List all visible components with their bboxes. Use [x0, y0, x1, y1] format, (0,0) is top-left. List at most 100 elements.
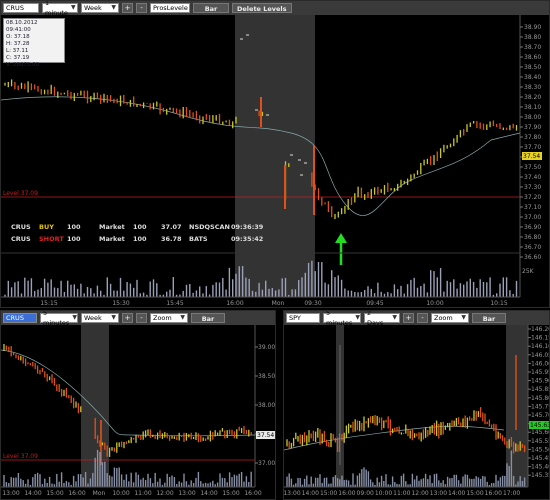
trade-price: 36.78: [161, 235, 182, 243]
zoom-select[interactable]: Zoom ▼: [150, 313, 188, 323]
x-tick-label: 15:30: [112, 300, 129, 307]
trade-side: SHORT: [39, 235, 64, 243]
range-value: Week: [84, 314, 102, 322]
left-chart-panel: CRUS 5 minutes ▼ Week ▼ + - Zoom ▼ Bar 39.0…: [0, 310, 276, 500]
chevron-down-icon: ▼: [180, 314, 185, 321]
y-tick-label: 38.70: [524, 44, 541, 51]
premarket-shade: [235, 15, 315, 297]
x-tick-label: Mon: [272, 300, 285, 307]
x-tick-label: 15:00: [222, 490, 239, 497]
info-open: O: 37.18: [6, 34, 30, 40]
trade-row[interactable]: CRUS BUY 100 Market 100 37.07 NSDQSCAN 0…: [11, 221, 271, 233]
trade-price: 37.07: [161, 223, 182, 231]
range-select[interactable]: Week ▼: [81, 313, 119, 323]
trade-row[interactable]: CRUS SHORT 100 Market 100 36.78 BATS 09:…: [11, 233, 271, 245]
x-tick-label: 15:00: [466, 490, 483, 497]
zoom-value: Zoom: [153, 314, 172, 322]
info-high: H: 37.28: [6, 41, 30, 47]
symbol-value: CRUS: [6, 4, 24, 12]
zoom-select[interactable]: Zoom ▼: [431, 313, 469, 323]
trade-time: 09:35:42: [231, 235, 264, 243]
trades-table: CRUS BUY 100 Market 100 37.07 NSDQSCAN 0…: [11, 221, 271, 245]
trade-symbol: CRUS: [11, 223, 31, 231]
symbol-input[interactable]: CRUS: [3, 3, 39, 13]
info-volume: V: 28075.00: [6, 62, 40, 68]
x-tick-label: 15:15: [40, 300, 57, 307]
x-tick-label: 13:00: [178, 490, 195, 497]
y-tick-label: 38.50: [524, 64, 541, 71]
y-tick-label: 37.00: [258, 460, 275, 467]
symbol-input[interactable]: SPY: [286, 313, 320, 323]
right-price-chart[interactable]: 146.20 146.15146.10 146.05146.00 145.95 145.…: [284, 325, 550, 500]
chevron-down-icon: ▼: [70, 4, 76, 11]
y-tick-label: 145.50: [531, 446, 550, 453]
x-tick-label: 15:45: [166, 300, 183, 307]
y-tick-label: 145.35: [531, 472, 550, 479]
plus-button[interactable]: +: [403, 313, 414, 323]
y-tick-label: 145.95: [531, 369, 550, 376]
trade-symbol: CRUS: [11, 235, 31, 243]
right-chart-panel: SPY 5 minutes ▼ 2 Days ▼ + - Zoom ▼ Bar 146…: [283, 310, 550, 500]
bar-type-button[interactable]: Bar: [193, 3, 229, 13]
y-tick-label: 38.60: [524, 54, 541, 61]
y-tick-label: 38.40: [524, 74, 541, 81]
x-tick-label: 12:00: [156, 490, 173, 497]
range-select[interactable]: 2 Days ▼: [364, 311, 400, 327]
x-tick-label: 13:00: [2, 490, 19, 497]
y-tick-label: 37.70: [524, 144, 541, 151]
symbol-value: CRUS: [6, 314, 24, 322]
x-tick-label: 13:00: [284, 490, 301, 497]
interval-select[interactable]: 1 minute ▼: [42, 1, 78, 17]
minus-button[interactable]: -: [136, 3, 147, 13]
trade-qty: 100: [67, 223, 81, 231]
interval-select[interactable]: 5 minutes ▼: [323, 311, 361, 327]
x-tick-label: Mon: [93, 490, 106, 497]
left-price-chart[interactable]: 39.0038.5038.0037.5037.00Level 37.0937.5…: [1, 325, 276, 500]
x-tick-label: 14:00: [302, 490, 319, 497]
x-tick-label: 11:00: [134, 490, 151, 497]
bar-type-button[interactable]: Bar: [472, 313, 506, 323]
current-price-label: 37.54: [257, 432, 274, 439]
y-tick-label: 37.90: [524, 124, 541, 131]
y-tick-label: 38.20: [524, 94, 541, 101]
right-toolbar: SPY 5 minutes ▼ 2 Days ▼ + - Zoom ▼ Bar: [284, 311, 549, 327]
y-tick-label: 146.20: [531, 326, 550, 333]
plus-button[interactable]: +: [122, 3, 133, 13]
y-tick-label: 145.75: [531, 403, 550, 410]
top-price-chart[interactable]: 38.90 38.80 38.70 38.60 38.50 38.40 38.30 38.20…: [1, 15, 550, 308]
y-tick-label: 38.30: [524, 84, 541, 91]
minus-button[interactable]: -: [417, 313, 428, 323]
y-tick-label: 37.20: [524, 194, 541, 201]
range-select[interactable]: Week ▼: [81, 3, 119, 13]
y-tick-label: 145.45: [531, 455, 550, 462]
chevron-down-icon: ▼: [392, 314, 397, 321]
y-tick-label: 37.80: [524, 134, 541, 141]
y-tick-label: 145.70: [531, 412, 550, 419]
plus-button[interactable]: +: [122, 313, 133, 323]
symbol-input[interactable]: CRUS: [3, 313, 37, 323]
style-select[interactable]: ProsLevele▼: [150, 3, 195, 13]
trade-type: Market: [99, 223, 125, 231]
x-tick-label: 10:15: [490, 300, 507, 307]
x-tick-label: 13:00: [430, 490, 447, 497]
bar-type-button[interactable]: Bar: [191, 313, 225, 323]
y-tick-label: 38.00: [258, 402, 275, 409]
x-tick-label: 15:00: [320, 490, 337, 497]
info-close: C: 37.19: [6, 55, 30, 61]
volume-tick-label: 25K: [522, 268, 535, 275]
y-tick-label: 145.40: [531, 464, 550, 471]
trade-venue: BATS: [189, 235, 208, 243]
delete-levels-button[interactable]: Delete Levels: [232, 3, 292, 13]
interval-select[interactable]: 5 minutes ▼: [40, 311, 78, 327]
y-tick-label: 36.60: [524, 254, 541, 261]
chevron-down-icon: ▼: [72, 314, 77, 321]
x-tick-label: 16:00: [485, 490, 502, 497]
minus-button[interactable]: -: [136, 313, 147, 323]
trade-filled: 100: [133, 235, 147, 243]
y-tick-label: 38.10: [524, 104, 541, 111]
x-tick-label: 10:00: [375, 490, 392, 497]
x-tick-label: 10:00: [112, 490, 129, 497]
ohlc-info-box: 08.10.2012 09:41:00 O: 37.18 H: 37.28 L:…: [3, 18, 65, 68]
x-tick-label: 10:00: [426, 300, 443, 307]
x-tick-label: 11:00: [393, 490, 410, 497]
